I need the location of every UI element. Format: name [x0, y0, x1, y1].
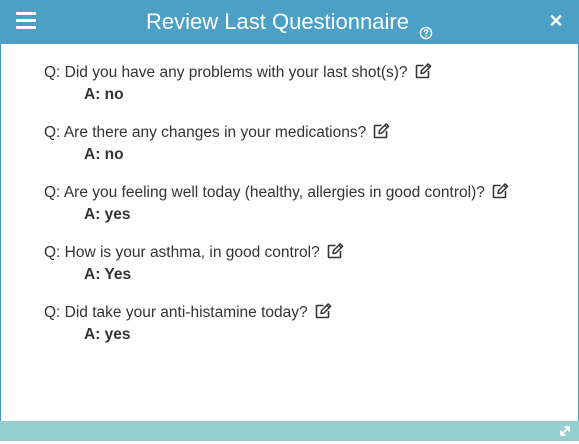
- qa-item: Q: Are you feeling well today (healthy, …: [44, 182, 564, 242]
- answer-text: A: no: [84, 86, 124, 103]
- title-bar: Review Last Questionnaire: [0, 0, 579, 44]
- answer-text: A: yes: [84, 326, 131, 343]
- answer-text: A: Yes: [84, 266, 132, 283]
- question-row: Q: Are there any changes in your medicat…: [44, 122, 564, 144]
- questionnaire-list: Q: Did you have any problems with your l…: [44, 62, 564, 362]
- dialog-title: Review Last Questionnaire: [146, 9, 409, 34]
- dialog-footer: [0, 421, 579, 441]
- close-button[interactable]: ✕: [547, 11, 565, 31]
- question-circle-icon[interactable]: [419, 14, 433, 40]
- question-text: Q: Did take your anti-histamine today?: [44, 304, 308, 321]
- edit-icon[interactable]: [414, 62, 432, 80]
- edit-icon[interactable]: [372, 122, 390, 140]
- resize-diagonal-icon[interactable]: [557, 423, 573, 439]
- answer-text: A: no: [84, 146, 124, 163]
- question-text: Q: Are there any changes in your medicat…: [44, 124, 367, 141]
- question-text: Q: Did you have any problems with your l…: [44, 64, 408, 81]
- answer-text: A: yes: [84, 206, 131, 223]
- question-text: Q: Are you feeling well today (healthy, …: [44, 184, 485, 201]
- edit-icon[interactable]: [491, 182, 509, 200]
- question-row: Q: Did you have any problems with your l…: [44, 62, 564, 84]
- qa-item: Q: Are there any changes in your medicat…: [44, 122, 564, 182]
- qa-item: Q: Did take your anti-histamine today? A…: [44, 302, 564, 362]
- question-row: Q: Are you feeling well today (healthy, …: [44, 182, 564, 204]
- question-row: Q: How is your asthma, in good control?: [44, 242, 564, 264]
- qa-item: Q: Did you have any problems with your l…: [44, 62, 564, 122]
- qa-item: Q: How is your asthma, in good control? …: [44, 242, 564, 302]
- question-text: Q: How is your asthma, in good control?: [44, 244, 320, 261]
- edit-icon[interactable]: [314, 302, 332, 320]
- edit-icon[interactable]: [326, 242, 344, 260]
- question-row: Q: Did take your anti-histamine today?: [44, 302, 564, 324]
- dialog-header: Review Last Questionnaire ✕: [0, 0, 579, 44]
